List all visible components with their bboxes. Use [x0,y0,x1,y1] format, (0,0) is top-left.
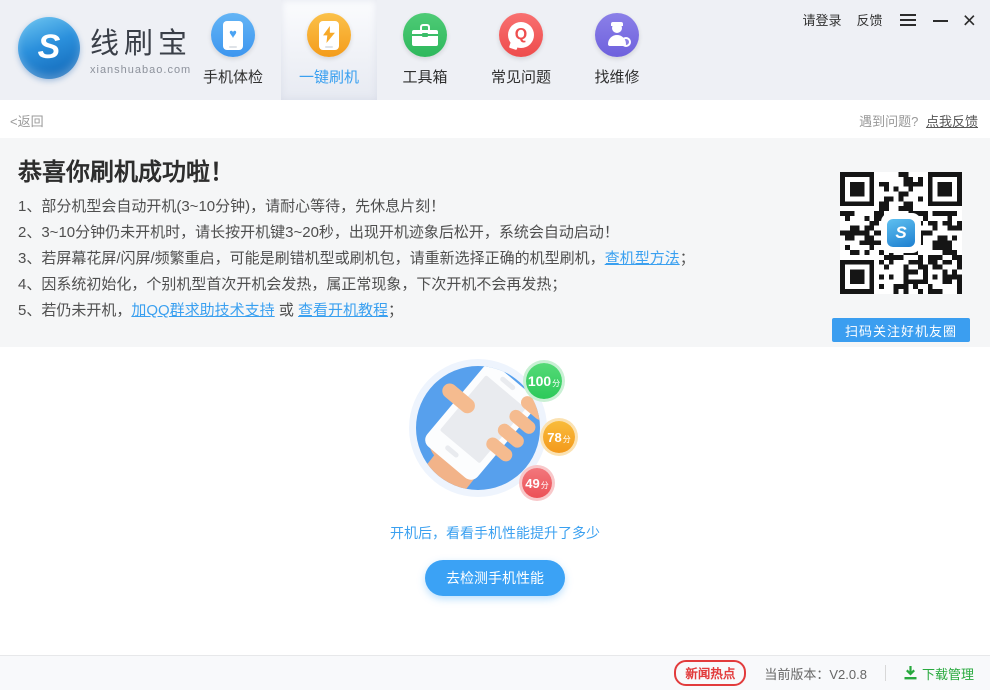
window-controls: 请登录 反馈 × [803,10,976,29]
qr-center-logo-icon: S [883,215,919,251]
status-bar: 新闻热点 当前版本：V2.0.8 下载管理 [0,655,990,690]
download-manager-link[interactable]: 下载管理 [904,664,974,683]
breadcrumb-bar: <返回 遇到问题? 点我反馈 [0,100,990,138]
nav-label: 一键刷机 [299,66,359,87]
test-performance-button[interactable]: 去检测手机性能 [425,560,565,596]
nav-item-toolbox[interactable]: 工具箱 [377,0,473,100]
brand-domain: xianshuabao.com [90,64,192,76]
feedback-link[interactable]: 反馈 [857,10,883,29]
tips-list: 1、部分机型会自动开机(3~10分钟)，请耐心等待，先休息片刻！ 2、3~10分… [18,194,695,324]
news-hotspot-button[interactable]: 新闻热点 [674,660,746,686]
nav-label: 手机体检 [203,66,263,87]
login-link[interactable]: 请登录 [803,10,842,29]
qq-group-link[interactable]: 加QQ群求助技术支持 [131,302,274,319]
download-icon [904,666,917,680]
footer-divider [885,665,886,681]
toolbox-icon [403,13,447,57]
tip-line-1: 1、部分机型会自动开机(3~10分钟)，请耐心等待，先休息片刻！ [18,194,695,220]
app-header: S 线刷宝 xianshuabao.com ♥ 手机体检 一键刷机 [0,0,990,100]
brand-logo-letter: S [38,28,61,67]
tip-line-3: 3、若屏幕花屏/闪屏/频繁重启，可能是刷错机型或刷机包，请重新选择正确的机型刷机… [18,246,695,272]
brand-name: 线刷宝 [90,20,192,62]
success-title: 恭喜你刷机成功啦！ [18,152,234,187]
qr-caption-banner[interactable]: 扫码关注好机友圈 [832,318,970,342]
hand-phone-illustration: 100分 78分 49分 [403,353,553,503]
phone-bolt-icon [307,13,351,57]
boot-tutorial-link[interactable]: 查看开机教程 [298,302,388,319]
nav-label: 找维修 [594,66,639,87]
menu-icon[interactable] [898,12,918,28]
performance-promo-section: 100分 78分 49分 开机后，看看手机性能提升了多少 去检测手机性能 [0,347,990,655]
nav-item-repair[interactable]: 找维修 [569,0,665,100]
version-label: 当前版本：V2.0.8 [764,664,867,683]
repairman-icon [595,13,639,57]
nav-label: 工具箱 [402,66,447,87]
nav-item-one-key-flash[interactable]: 一键刷机 [281,0,377,100]
close-icon[interactable]: × [963,11,976,29]
tip-line-2: 2、3~10分钟仍未开机时，请长按开机键3~20秒，出现开机迹象后松开，系统会自… [18,220,695,246]
qr-code: S [840,172,962,294]
back-button[interactable]: <返回 [10,111,44,130]
app-logo: S 线刷宝 xianshuabao.com [18,17,192,79]
score-bubble-49: 49分 [522,468,552,498]
tip-line-4: 4、因系统初始化，个别机型首次开机会发热，属正常现象，下次开机不会再发热； [18,272,695,298]
score-bubble-78: 78分 [543,421,575,453]
check-model-link[interactable]: 查机型方法 [605,250,680,267]
nav-item-phone-checkup[interactable]: ♥ 手机体检 [185,0,281,100]
question-bubble-icon: Q [499,13,543,57]
promo-text: 开机后，看看手机性能提升了多少 [0,523,990,543]
issue-feedback-link[interactable]: 点我反馈 [926,114,978,129]
brand-logo-icon: S [18,17,80,79]
minimize-icon[interactable] [933,20,948,22]
nav-item-faq[interactable]: Q 常见问题 [473,0,569,100]
nav-label: 常见问题 [491,66,551,87]
tip-line-5: 5、若仍未开机，加QQ群求助技术支持 或 查看开机教程； [18,298,695,324]
phone-heart-icon: ♥ [211,13,255,57]
score-bubble-100: 100分 [526,363,562,399]
main-nav: ♥ 手机体检 一键刷机 工具箱 Q 常见问题 [185,0,665,100]
issue-question-text: 遇到问题? [859,114,918,129]
flash-success-panel: 恭喜你刷机成功啦！ 1、部分机型会自动开机(3~10分钟)，请耐心等待，先休息片… [0,138,990,347]
